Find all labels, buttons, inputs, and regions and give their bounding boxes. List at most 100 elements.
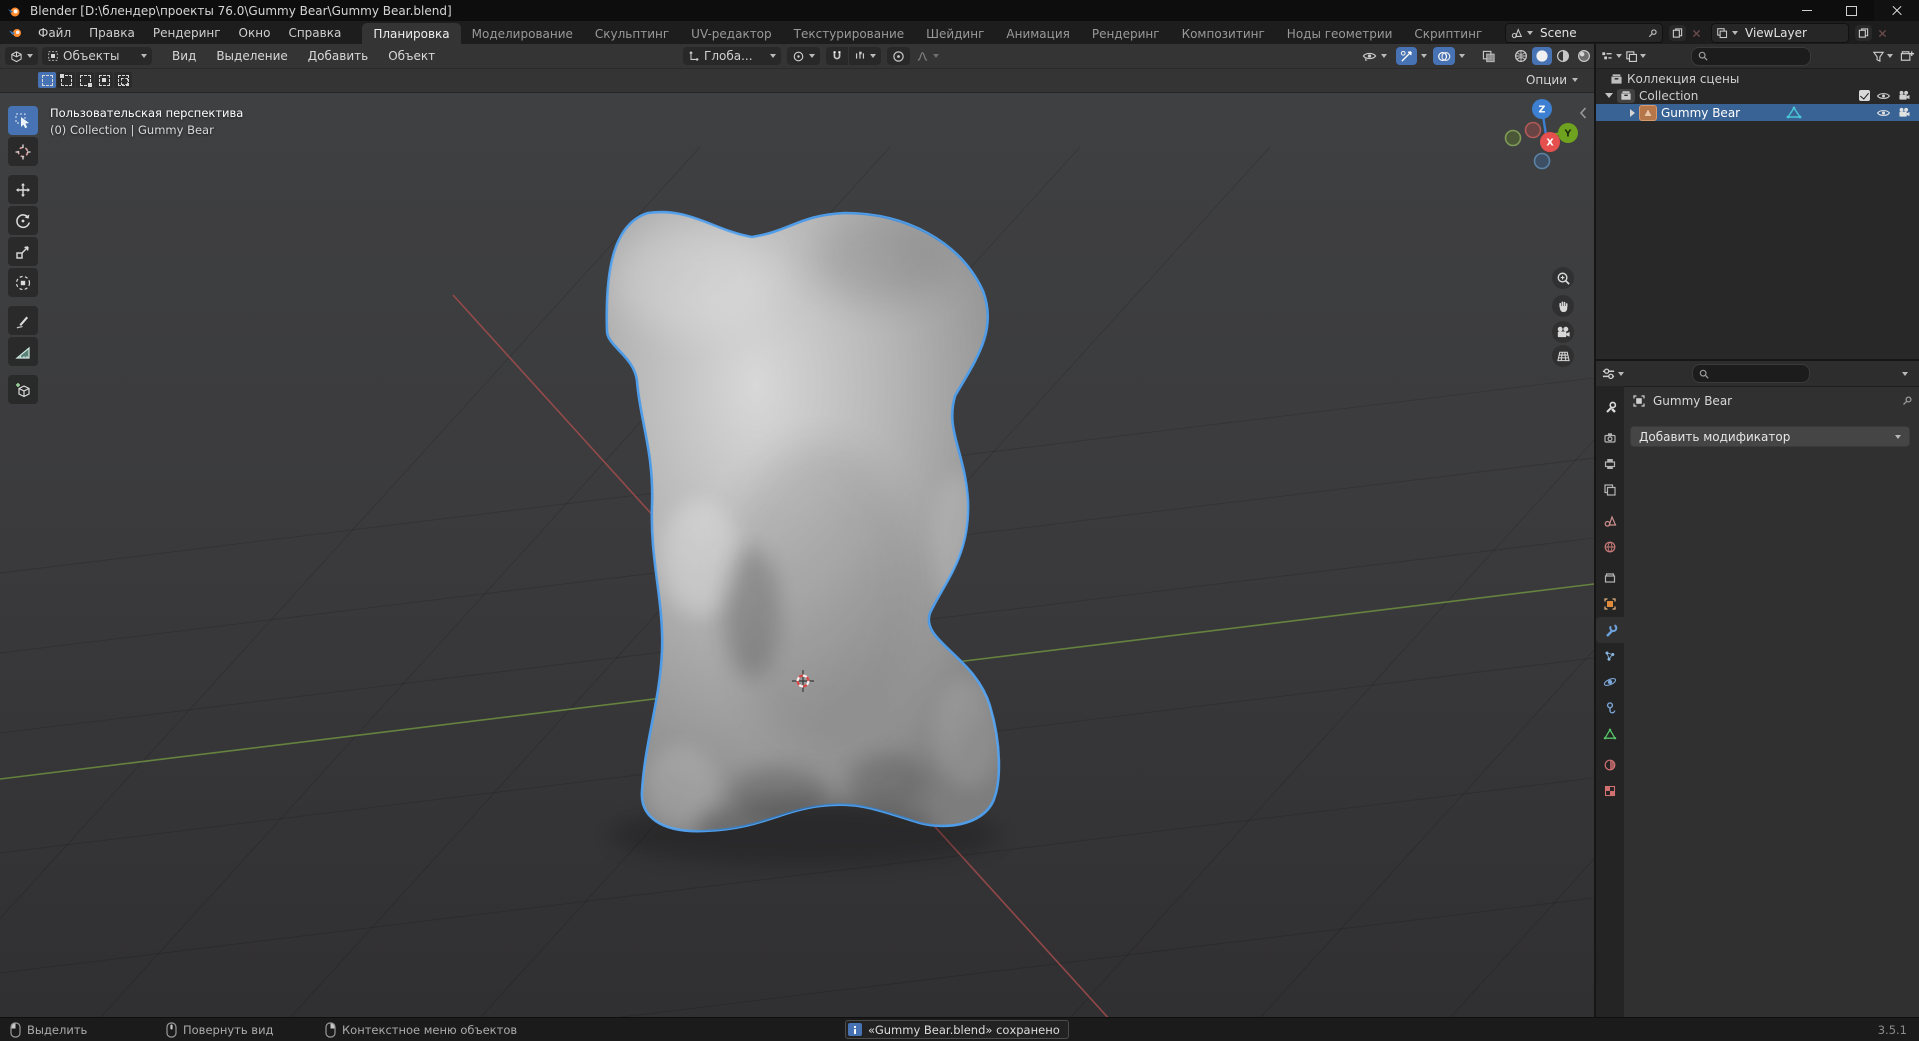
menu-edit[interactable]: Правка <box>80 21 144 44</box>
new-collection-button[interactable] <box>1900 49 1915 63</box>
pin-icon[interactable] <box>1901 395 1913 407</box>
outliner-display-mode-dropdown[interactable] <box>1600 50 1622 63</box>
gizmo-axis-neg-z[interactable] <box>1533 152 1551 170</box>
tab-constraints[interactable] <box>1596 695 1624 721</box>
3d-viewport[interactable]: Пользовательская перспектива (0) Collect… <box>0 93 1594 1018</box>
outliner-row-collection[interactable]: Collection <box>1596 87 1919 104</box>
shading-solid-button[interactable] <box>1532 47 1552 65</box>
object-expand-icon[interactable] <box>1630 108 1635 117</box>
tab-collection[interactable] <box>1596 565 1624 591</box>
editor-type-button[interactable] <box>5 47 38 65</box>
tab-uv-editing[interactable]: UV-редактор <box>680 23 782 44</box>
viewlayer-selector[interactable]: ViewLayer <box>1711 23 1849 43</box>
app-menu-button[interactable] <box>0 21 29 44</box>
camera-view-button[interactable] <box>1552 321 1574 343</box>
object-hide-eye-icon[interactable] <box>1876 108 1891 118</box>
pan-view-button[interactable] <box>1552 295 1574 317</box>
select-mode-subtract[interactable] <box>76 72 94 88</box>
select-mode-intersect[interactable] <box>114 72 132 88</box>
viewport-scene[interactable] <box>0 93 1594 1018</box>
xray-toggle[interactable] <box>1477 47 1501 65</box>
snap-toggle[interactable] <box>826 47 848 65</box>
tool-add-cube[interactable] <box>8 375 38 404</box>
select-mode-extend[interactable] <box>57 72 75 88</box>
gizmo-axis-neg-x[interactable] <box>1524 121 1542 139</box>
tab-compositing[interactable]: Композитинг <box>1171 23 1276 44</box>
tool-cursor[interactable] <box>8 137 38 166</box>
tool-rotate[interactable] <box>8 206 38 235</box>
collection-exclude-checkbox[interactable] <box>1859 90 1870 101</box>
tool-move[interactable] <box>8 175 38 204</box>
outliner-filter-dropdown[interactable] <box>1872 50 1893 63</box>
pin-icon[interactable] <box>1647 28 1658 39</box>
tab-tool[interactable] <box>1596 394 1624 420</box>
snap-settings-dropdown[interactable] <box>849 47 881 65</box>
select-mode-invert[interactable] <box>95 72 113 88</box>
tab-particles[interactable] <box>1596 643 1624 669</box>
overlays-dropdown[interactable] <box>1457 47 1467 65</box>
tab-texture-paint[interactable]: Текстурирование <box>783 23 915 44</box>
outliner-search-field[interactable] <box>1691 46 1811 66</box>
transform-orientation-dropdown[interactable]: Глоба... <box>683 47 781 65</box>
menu-help[interactable]: Справка <box>279 21 350 44</box>
add-modifier-button[interactable]: Добавить модификатор <box>1630 426 1910 447</box>
tab-scene[interactable] <box>1596 508 1624 534</box>
tab-world[interactable] <box>1596 534 1624 560</box>
select-mode-set[interactable] <box>38 72 56 88</box>
pivot-point-dropdown[interactable] <box>787 47 820 65</box>
proportional-falloff-dropdown[interactable] <box>911 47 944 65</box>
tool-options-dropdown[interactable]: Опции <box>1526 73 1578 87</box>
tab-scripting[interactable]: Скриптинг <box>1403 23 1493 44</box>
proportional-editing-toggle[interactable] <box>887 47 910 65</box>
tab-animation[interactable]: Анимация <box>995 23 1080 44</box>
tab-geometry-nodes[interactable]: Ноды геометрии <box>1276 23 1404 44</box>
show-overlays-toggle[interactable] <box>1433 47 1455 65</box>
tool-scale[interactable] <box>8 237 38 266</box>
tab-output[interactable] <box>1596 451 1624 477</box>
toggle-ortho-button[interactable] <box>1552 345 1574 367</box>
tab-render[interactable] <box>1596 425 1624 451</box>
menu-select[interactable]: Выделение <box>208 44 295 68</box>
menu-view[interactable]: Вид <box>164 44 204 68</box>
gummy-bear-object[interactable] <box>605 210 1002 858</box>
tab-modifiers[interactable] <box>1596 617 1624 643</box>
tool-measure[interactable] <box>8 337 38 366</box>
minimize-button[interactable] <box>1784 0 1829 21</box>
viewlayer-new-copy-button[interactable] <box>1855 25 1872 41</box>
tab-object-data[interactable] <box>1596 721 1624 747</box>
gizmo-axis-neg-y[interactable] <box>1504 129 1522 147</box>
tab-rendering[interactable]: Рендеринг <box>1081 23 1171 44</box>
shading-wireframe-button[interactable] <box>1511 47 1531 65</box>
close-button[interactable] <box>1874 0 1919 21</box>
properties-editor-type-button[interactable] <box>1601 367 1624 381</box>
object-render-camera-icon[interactable] <box>1897 107 1911 118</box>
menu-add[interactable]: Добавить <box>300 44 376 68</box>
shading-rendered-button[interactable] <box>1574 47 1594 65</box>
gizmo-dropdown[interactable] <box>1419 47 1429 65</box>
zoom-view-button[interactable] <box>1552 267 1574 289</box>
tab-layout[interactable]: Планировка <box>362 23 461 44</box>
tool-select-box[interactable] <box>8 106 38 135</box>
properties-search-field[interactable] <box>1692 364 1810 383</box>
tab-sculpting[interactable]: Скульптинг <box>584 23 680 44</box>
tab-view-layer[interactable] <box>1596 477 1624 503</box>
tool-annotate[interactable] <box>8 306 38 335</box>
maximize-button[interactable] <box>1829 0 1874 21</box>
scene-new-copy-button[interactable] <box>1669 25 1686 41</box>
outliner-filter-id-dropdown[interactable] <box>1625 50 1646 63</box>
menu-render[interactable]: Рендеринг <box>144 21 230 44</box>
outliner-row-scene-collection[interactable]: Коллекция сцены <box>1596 70 1919 87</box>
collection-hide-eye-icon[interactable] <box>1876 91 1891 101</box>
tool-transform[interactable] <box>8 268 38 297</box>
tab-material[interactable] <box>1596 752 1624 778</box>
menu-window[interactable]: Окно <box>230 21 280 44</box>
show-gizmo-toggle[interactable] <box>1396 47 1417 65</box>
object-visibility-dropdown[interactable] <box>1357 47 1392 65</box>
scene-selector[interactable]: Scene <box>1505 23 1663 43</box>
tab-object[interactable] <box>1596 591 1624 617</box>
outliner-row-gummy-bear[interactable]: Gummy Bear <box>1596 104 1919 121</box>
tab-shading[interactable]: Шейдинг <box>915 23 995 44</box>
shading-material-button[interactable] <box>1553 47 1573 65</box>
mode-dropdown[interactable]: Объекты <box>42 47 152 65</box>
collection-expand-icon[interactable] <box>1605 93 1613 98</box>
